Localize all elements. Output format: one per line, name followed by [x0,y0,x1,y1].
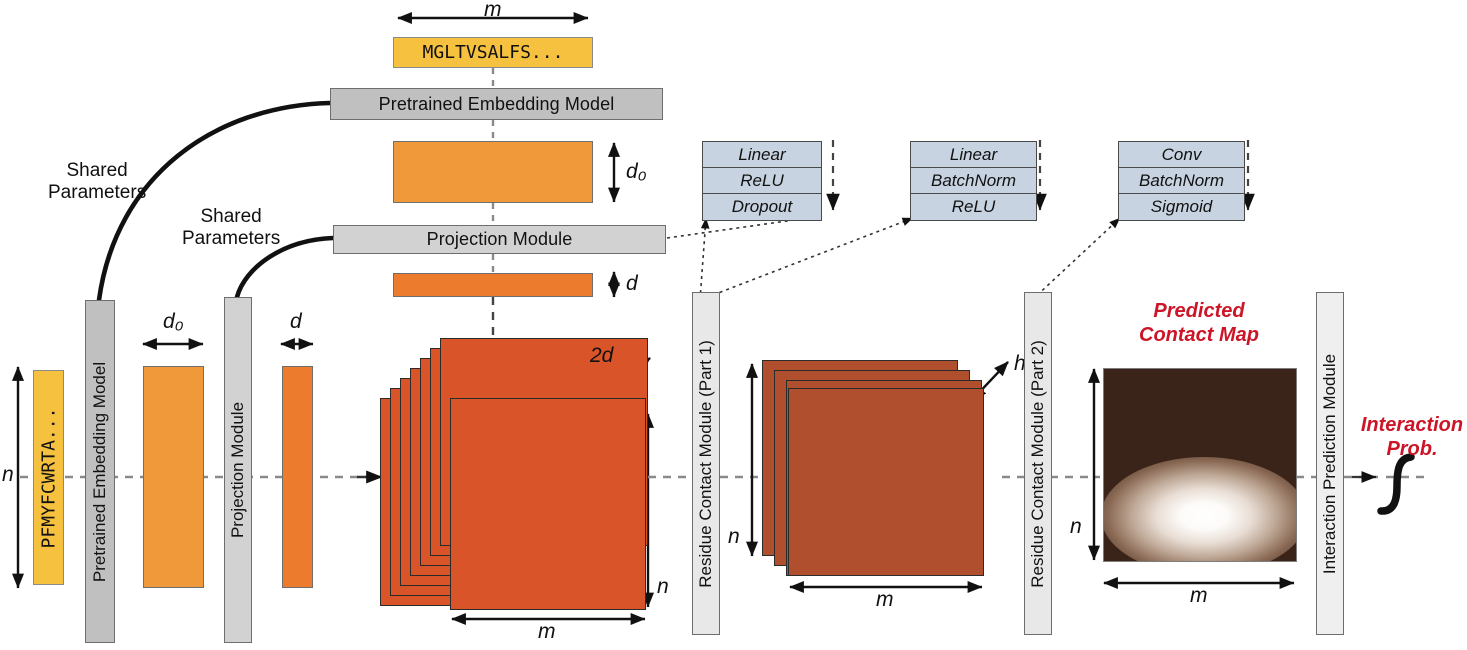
layer-conv-3: Conv [1119,142,1244,168]
input-sequence-top: MGLTVSALFS... [393,37,593,68]
architecture-diagram: m MGLTVSALFS... Pretrained Embedding Mod… [0,0,1467,650]
dim-label-m-stack1: m [538,620,556,643]
layer-linear-2: Linear [911,142,1036,168]
layer-batchnorm-2: BatchNorm [911,168,1036,194]
interaction-prediction-module-text: Interaction Prediction Module [1320,353,1339,574]
layer-sigmoid-3: Sigmoid [1150,197,1213,216]
residue-contact-part2-layer-stack: Conv BatchNorm Sigmoid [1118,141,1245,221]
input-sequence-left: PFMYFCWRTA... [33,370,64,585]
projection-module-left[interactable]: Projection Module [224,297,252,643]
projection-module-top[interactable]: Projection Module [333,225,666,254]
contact-map-title-line1: Predicted [1153,300,1245,322]
predicted-contact-map-title: Predicted Contact Map [1100,300,1298,347]
pretrained-embedding-model-left-text: Pretrained Embedding Model [90,361,109,582]
embedding-output-top [393,141,593,203]
predicted-contact-map [1103,368,1297,562]
dim-label-m-contact-map: m [1190,584,1208,607]
dim-label-d-top: d [626,272,638,295]
residue-contact-module-part1[interactable]: Residue Contact Module (Part 1) [692,292,720,635]
layer-dropout-1: Dropout [731,197,793,216]
dim-label-m-stack2: m [876,588,894,611]
embedding-output-left [143,366,204,588]
sigmoid-curve-icon [1376,452,1420,516]
pretrained-embedding-model-top[interactable]: Pretrained Embedding Model [330,88,663,120]
shared-parameters-label-1-line2: Parameters [48,181,147,203]
residue-contact-part1-layer-stack: Linear BatchNorm ReLU [910,141,1037,221]
dim-label-m-top: m [484,0,502,21]
interaction-prediction-module[interactable]: Interaction Prediction Module [1316,292,1344,635]
shared-parameters-label-1-line1: Shared [66,160,128,181]
residue-contact-module-part2[interactable]: Residue Contact Module (Part 2) [1024,292,1052,635]
contact-map-hotspot [1104,457,1296,561]
shared-parameters-label-2-line2: Parameters [182,227,281,249]
layer-relu-2: ReLU [951,197,996,216]
dim-label-2d: 2d [590,344,614,367]
residue-contact-module-part1-text: Residue Contact Module (Part 1) [696,339,715,588]
projection-output-top [393,273,593,297]
input-sequence-left-text: PFMYFCWRTA... [38,407,59,548]
shared-parameters-label-2-line1: Shared [200,206,262,227]
layer-relu-1: ReLU [703,168,821,194]
dim-label-n-left: n [2,463,14,486]
interaction-prob-line1: Interaction [1360,414,1464,436]
shared-parameters-label-1: Shared Parameters [48,160,146,204]
shared-parameters-label-2: Shared Parameters [182,206,280,250]
layer-batchnorm-3: BatchNorm [1119,168,1244,194]
contact-map-title-line2: Contact Map [1139,323,1259,346]
dim-label-n-stack2: n [728,525,740,548]
layer-linear-1: Linear [703,142,821,168]
dim-label-n-stack1: n [657,575,669,598]
dim-label-n-contact-map: n [1070,515,1082,538]
dim-label-d0-left: d₀ [163,310,184,333]
dim-label-d0-top: d₀ [626,160,647,183]
projection-module-layer-stack: Linear ReLU Dropout [702,141,822,221]
pretrained-embedding-model-left[interactable]: Pretrained Embedding Model [85,300,115,643]
projection-output-left [282,366,313,588]
residue-contact-module-part2-text: Residue Contact Module (Part 2) [1028,339,1047,588]
projection-module-left-text: Projection Module [228,401,247,539]
dim-label-d-left: d [290,310,302,333]
